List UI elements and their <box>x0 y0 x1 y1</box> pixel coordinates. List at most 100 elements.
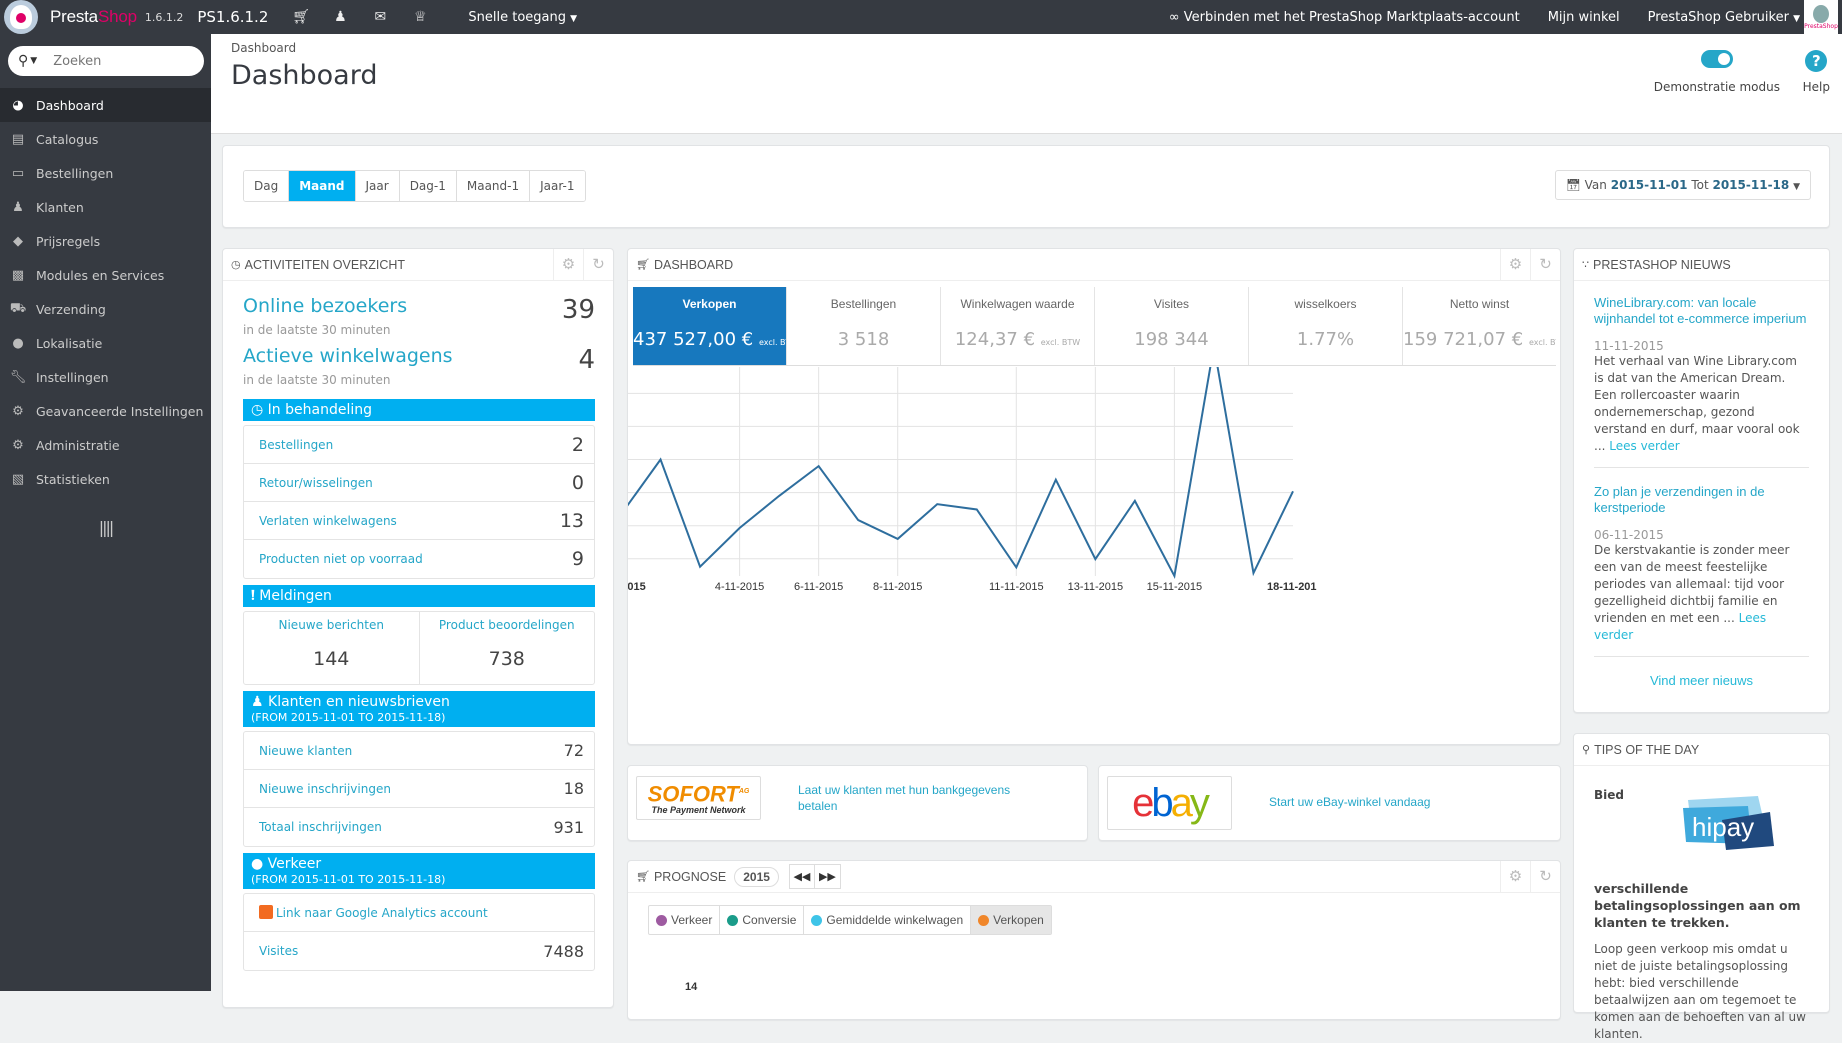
sofort-ad-link[interactable]: Laat uw klanten met hun bankgegevens bet… <box>798 782 1028 814</box>
customers-heading: ♟ Klanten en nieuwsbrieven(FROM 2015-11-… <box>243 691 595 727</box>
new-subscriptions-link[interactable]: Nieuwe inschrijvingen <box>259 782 391 796</box>
list-item: Retour/wisselingen0 <box>244 464 594 502</box>
out-of-stock-link[interactable]: Producten niet op voorraad <box>259 552 423 566</box>
refresh-icon[interactable]: ↻ <box>1530 861 1560 892</box>
config-icon[interactable]: ⚙ <box>1500 249 1530 280</box>
config-icon[interactable]: ⚙ <box>553 249 583 280</box>
visits-link[interactable]: Visites <box>259 944 298 958</box>
marketplace-connect-link[interactable]: ∞ Verbinden met het PrestaShop Marktplaa… <box>1169 10 1520 25</box>
tab-dag[interactable]: Dag <box>244 171 289 201</box>
previous-year-button[interactable]: ◀◀ <box>790 865 815 888</box>
product-reviews-link[interactable]: Product beoordelingen <box>439 618 575 632</box>
tab-maand-1[interactable]: Maand-1 <box>457 171 530 201</box>
link-icon: ∞ <box>1169 10 1180 25</box>
ebay-ad-link[interactable]: Start uw eBay-winkel vandaag <box>1269 794 1499 810</box>
new-customers-link[interactable]: Nieuwe klanten <box>259 744 352 758</box>
search-input[interactable] <box>53 54 183 69</box>
shop-name[interactable]: PS1.6.1.2 <box>197 8 268 26</box>
kpi-cart-value[interactable]: Winkelwagen waarde124,37 € excl. BTW <box>941 287 1095 365</box>
ebay-wordmark: ebay <box>1132 781 1207 825</box>
sidebar-item-administratie[interactable]: ⚙Administratie <box>0 428 211 462</box>
series-conversion-button[interactable]: Conversie <box>720 906 804 934</box>
panel-heading: ⚲Tips of the day <box>1574 734 1829 766</box>
sidebar-item-label: Geavanceerde Instellingen <box>36 404 203 419</box>
sidebar-item-prijsregels[interactable]: ◆Prijsregels <box>0 224 211 258</box>
config-icon[interactable]: ⚙ <box>1500 861 1530 892</box>
breadcrumb[interactable]: Dashboard <box>231 41 296 55</box>
tab-maand[interactable]: Maand <box>289 171 355 201</box>
sidebar-item-modules[interactable]: ▩Modules en Services <box>0 258 211 292</box>
envelope-icon[interactable]: ✉ <box>372 9 388 25</box>
refresh-icon[interactable]: ↻ <box>1530 249 1560 280</box>
sidebar-item-geavanceerde-instellingen[interactable]: ⚙Geavanceerde Instellingen <box>0 394 211 428</box>
user-icon[interactable]: ♟ <box>332 9 348 25</box>
google-analytics-link[interactable]: Link naar Google Analytics account <box>259 905 488 920</box>
returns-link[interactable]: Retour/wisselingen <box>259 476 373 490</box>
search-icon[interactable]: ⚲ <box>18 53 28 69</box>
sidebar-item-catalogus[interactable]: ▤Catalogus <box>0 122 211 156</box>
ebay-ad-panel: ebay Start uw eBay-winkel vandaag <box>1098 765 1561 841</box>
refresh-icon[interactable]: ↻ <box>583 249 613 280</box>
trophy-icon[interactable]: ♕ <box>412 9 428 25</box>
kpi-label: Netto winst <box>1403 297 1556 311</box>
series-avg-cart-button[interactable]: Gemiddelde winkelwagen <box>804 906 971 934</box>
tab-jaar-1[interactable]: Jaar-1 <box>530 171 584 201</box>
active-carts-link[interactable]: Actieve winkelwagens <box>243 345 453 375</box>
help-button[interactable]: ?Help <box>1803 50 1830 94</box>
sidebar-item-statistieken[interactable]: ▧Statistieken <box>0 462 211 496</box>
product-reviews: Product beoordelingen738 <box>420 612 595 684</box>
collapse-sidebar-handle[interactable]: |||| <box>0 518 211 537</box>
truck-icon: ⛟ <box>0 301 36 318</box>
kpi-orders[interactable]: Bestellingen3 518 <box>787 287 941 365</box>
online-visitors-link[interactable]: Online bezoekers <box>243 295 407 325</box>
user-menu[interactable]: PrestaShop Gebruiker ▼ <box>1648 10 1800 25</box>
news-title-link[interactable]: Zo plan je verzendingen in de kerstperio… <box>1594 484 1765 515</box>
demo-mode-toggle[interactable]: Demonstratie modus <box>1654 50 1780 94</box>
sidebar-item-verzending[interactable]: ⛟Verzending <box>0 292 211 326</box>
panel-heading: 🛒︎Dashboard ⚙↻ <box>628 249 1560 281</box>
sidebar-item-klanten[interactable]: ♟Klanten <box>0 190 211 224</box>
total-subscriptions-link[interactable]: Totaal inschrijvingen <box>259 820 382 834</box>
news-title-link[interactable]: WineLibrary.com: van locale wijnhandel t… <box>1594 295 1806 326</box>
sofort-ag: AG <box>739 788 750 795</box>
new-messages-link[interactable]: Nieuwe berichten <box>279 618 384 632</box>
sidebar-item-lokalisatie[interactable]: ●Lokalisatie <box>0 326 211 360</box>
range-from: 2015-11-01 <box>1611 178 1688 192</box>
kpi-conversion[interactable]: wisselkoers1.77% <box>1249 287 1403 365</box>
more-news-link[interactable]: Vind meer nieuws <box>1650 673 1753 688</box>
clock-icon: ◷ <box>251 402 263 418</box>
prestashop-logo[interactable] <box>4 0 38 34</box>
tab-dag-1[interactable]: Dag-1 <box>400 171 457 201</box>
sidebar-item-instellingen[interactable]: 🔧︎Instellingen <box>0 360 211 394</box>
tags-icon: ◆ <box>0 234 36 249</box>
caret-down-icon[interactable]: ▼ <box>30 56 37 66</box>
sidebar-item-dashboard[interactable]: ◕Dashboard <box>0 88 211 122</box>
user-avatar[interactable]: PrestaShop <box>1804 0 1838 34</box>
kpi-visits[interactable]: Visites198 344 <box>1095 287 1249 365</box>
caret-down-icon: ▼ <box>1793 14 1800 24</box>
hipay-wordmark: hipay <box>1692 812 1754 842</box>
read-more-link[interactable]: Lees verder <box>1609 439 1679 453</box>
toggle-switch[interactable] <box>1701 50 1733 68</box>
sofort-logo[interactable]: SOFORTAG The Payment Network <box>636 776 761 820</box>
sidebar-item-bestellingen[interactable]: ▭Bestellingen <box>0 156 211 190</box>
kpi-number: 3 518 <box>838 329 890 350</box>
series-traffic-button[interactable]: Verkeer <box>649 906 720 934</box>
hipay-logo[interactable]: hipay <box>1678 792 1778 852</box>
date-range-picker[interactable]: 📅︎ Van 2015-11-01 Tot 2015-11-18 ▼ <box>1555 170 1811 200</box>
series-sales-button[interactable]: Verkopen <box>971 906 1051 934</box>
quick-access-menu[interactable]: Snelle toegang ▼ <box>468 10 577 25</box>
my-shop-link[interactable]: Mijn winkel <box>1548 10 1620 25</box>
kpi-sales[interactable]: Verkopen437 527,00 € excl. BTW <box>633 287 787 365</box>
tab-jaar[interactable]: Jaar <box>356 171 400 201</box>
kpi-net-profit[interactable]: Netto winst159 721,07 € excl. BTW <box>1403 287 1556 365</box>
abandoned-carts-link[interactable]: Verlaten winkelwagens <box>259 514 397 528</box>
cart-icon[interactable]: 🛒︎ <box>292 9 308 25</box>
ebay-logo[interactable]: ebay <box>1107 776 1232 830</box>
globe-icon: ● <box>0 336 36 351</box>
pending-orders-link[interactable]: Bestellingen <box>259 438 333 452</box>
range-to: 2015-11-18 <box>1712 178 1789 192</box>
panel-title: Prognose <box>654 870 726 884</box>
dashboard-goals-panel: 🛒︎Dashboard ⚙↻ Verkopen437 527,00 € excl… <box>627 248 1561 745</box>
next-year-button[interactable]: ▶▶ <box>815 865 840 888</box>
